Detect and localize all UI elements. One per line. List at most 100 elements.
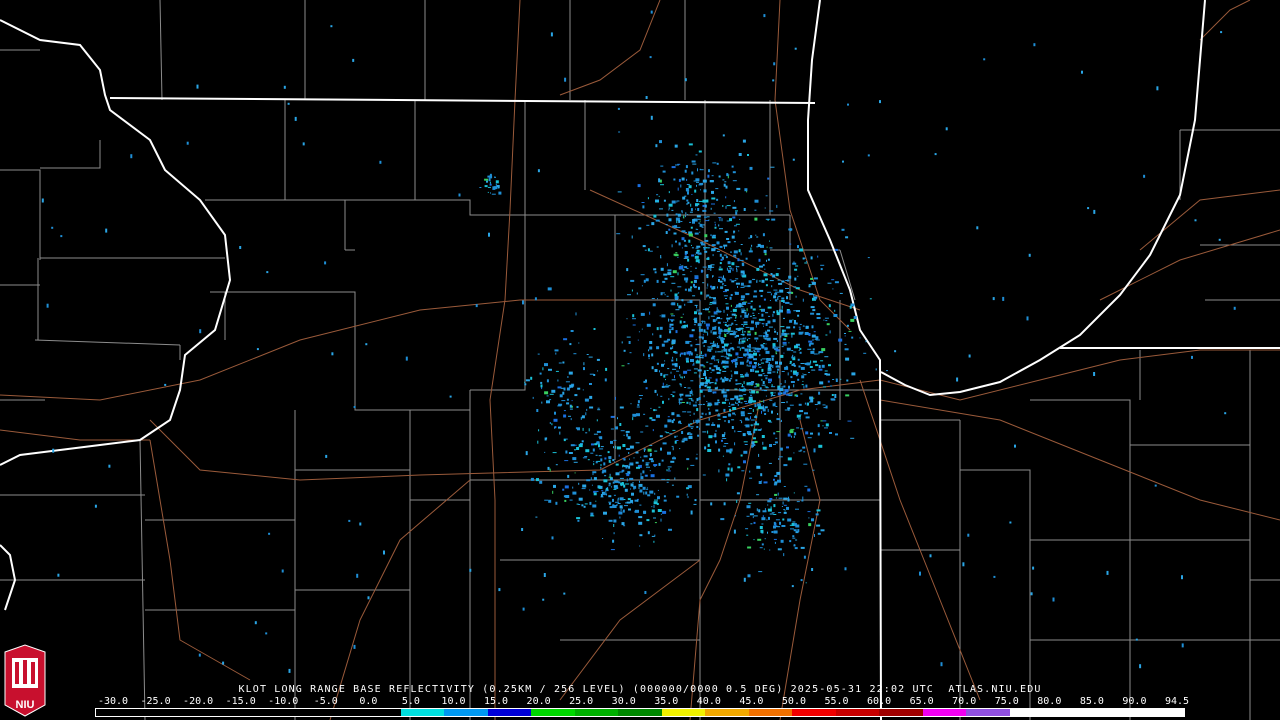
echo-pixel bbox=[637, 403, 640, 406]
echo-pixel bbox=[590, 512, 594, 516]
echo-pixel bbox=[731, 262, 735, 266]
echo-pixel bbox=[687, 485, 692, 489]
echo-pixel bbox=[51, 226, 54, 229]
echo-pixel bbox=[850, 437, 855, 439]
echo-pixel bbox=[689, 300, 693, 303]
echo-pixel bbox=[581, 488, 586, 490]
echo-pixel bbox=[702, 224, 705, 226]
echo-pixel bbox=[694, 255, 699, 259]
echo-pixel bbox=[718, 268, 723, 271]
echo-pixel bbox=[773, 514, 777, 515]
echo-pixel bbox=[676, 358, 678, 362]
echo-pixel bbox=[723, 244, 728, 247]
echo-pixel bbox=[619, 471, 624, 473]
echo-pixel bbox=[820, 420, 823, 422]
echo-pixel bbox=[721, 439, 723, 442]
echo-pixel bbox=[967, 533, 970, 537]
echo-pixel bbox=[764, 386, 768, 388]
echo-pixel bbox=[760, 473, 763, 477]
echo-pixel bbox=[1224, 412, 1227, 415]
echo-pixel bbox=[696, 306, 697, 308]
echo-pixel bbox=[697, 418, 699, 420]
echo-pixel bbox=[331, 352, 334, 356]
radar-map[interactable]: NIU bbox=[0, 0, 1280, 720]
echo-pixel bbox=[681, 377, 683, 379]
echo-pixel bbox=[732, 216, 736, 219]
echo-pixel bbox=[595, 461, 598, 464]
echo-pixel bbox=[697, 323, 702, 327]
scale-label: -25.0 bbox=[140, 696, 171, 707]
echo-pixel bbox=[738, 341, 741, 345]
echo-pixel bbox=[792, 537, 796, 539]
echo-pixel bbox=[773, 504, 776, 508]
echo-pixel bbox=[643, 455, 648, 458]
echo-pixel bbox=[779, 521, 781, 525]
echo-pixel bbox=[759, 387, 762, 390]
echo-pixel bbox=[795, 374, 798, 377]
echo-pixel bbox=[700, 415, 703, 418]
echo-pixel bbox=[797, 346, 800, 348]
echo-pixel bbox=[745, 326, 750, 328]
echo-pixel bbox=[732, 180, 737, 182]
echo-pixel bbox=[330, 25, 333, 28]
echo-pixel bbox=[929, 554, 932, 558]
echo-pixel bbox=[674, 225, 678, 229]
echo-pixel bbox=[756, 280, 758, 283]
echo-pixel bbox=[722, 438, 727, 439]
echo-pixel bbox=[710, 315, 715, 317]
echo-pixel bbox=[760, 295, 763, 297]
echo-pixel bbox=[740, 402, 743, 404]
echo-pixel bbox=[797, 314, 800, 317]
echo-pixel bbox=[643, 279, 646, 283]
echo-pixel bbox=[642, 459, 645, 462]
echo-pixel bbox=[674, 366, 678, 368]
echo-pixel bbox=[563, 439, 566, 442]
echo-pixel bbox=[568, 415, 571, 417]
echo-pixel bbox=[748, 347, 752, 349]
echo-pixel bbox=[791, 334, 793, 338]
echo-pixel bbox=[718, 469, 720, 473]
echo-pixel bbox=[805, 325, 809, 329]
echo-pixel bbox=[796, 501, 800, 503]
echo-pixel bbox=[586, 479, 591, 482]
echo-pixel bbox=[712, 355, 716, 358]
echo-pixel bbox=[752, 317, 757, 319]
echo-pixel bbox=[808, 517, 810, 519]
echo-pixel bbox=[686, 178, 688, 181]
echo-pixel bbox=[680, 316, 683, 318]
echo-pixel bbox=[783, 553, 785, 557]
echo-pixel bbox=[674, 351, 678, 354]
echo-pixel bbox=[763, 298, 766, 301]
echo-pixel bbox=[741, 324, 744, 325]
echo-pixel bbox=[702, 341, 704, 344]
echo-pixel bbox=[806, 362, 811, 366]
scale-label: 85.0 bbox=[1079, 696, 1104, 707]
echo-pixel bbox=[660, 257, 662, 259]
echo-pixel bbox=[703, 340, 707, 343]
echo-pixel bbox=[671, 315, 675, 317]
echo-pixel bbox=[637, 400, 640, 404]
echo-pixel bbox=[768, 378, 772, 382]
echo-pixel bbox=[722, 416, 727, 418]
echo-pixel bbox=[695, 267, 697, 269]
echo-pixel bbox=[765, 377, 768, 380]
echo-pixel bbox=[783, 509, 786, 511]
echo-pixel bbox=[733, 254, 737, 257]
echo-pixel bbox=[749, 477, 753, 479]
echo-pixel bbox=[590, 452, 594, 454]
echo-pixel bbox=[749, 389, 753, 391]
echo-pixel bbox=[325, 454, 328, 458]
echo-pixel bbox=[798, 331, 803, 335]
echo-pixel bbox=[752, 409, 754, 412]
echo-pixel bbox=[772, 313, 774, 317]
echo-pixel bbox=[708, 245, 710, 246]
echo-pixel bbox=[679, 353, 681, 357]
echo-pixel bbox=[773, 538, 777, 540]
echo-pixel bbox=[738, 249, 741, 253]
echo-pixel bbox=[789, 243, 792, 245]
echo-pixel bbox=[712, 254, 714, 257]
echo-pixel bbox=[591, 443, 594, 446]
echo-pixel bbox=[589, 489, 591, 491]
echo-pixel bbox=[853, 316, 857, 319]
echo-pixel bbox=[714, 433, 717, 438]
